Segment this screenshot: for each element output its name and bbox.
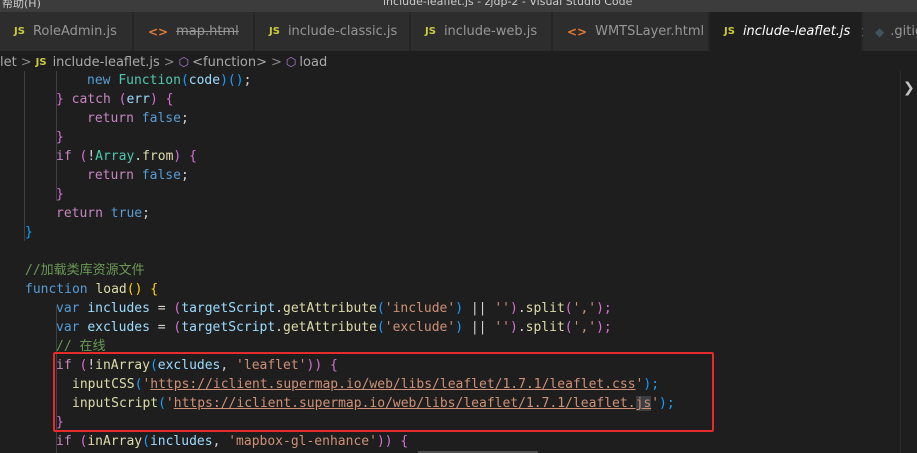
code-line: return false; xyxy=(87,168,189,183)
code-line: } catch (err) { xyxy=(56,92,174,107)
tab-wmtslayer[interactable]: <> WMTSLayer.html xyxy=(553,12,709,51)
js-file-icon: JS xyxy=(724,26,735,37)
menu-help[interactable]: 帮助(H) xyxy=(2,0,41,11)
cube-icon: ⬡ xyxy=(178,55,190,69)
code-line: } xyxy=(25,225,33,240)
breadcrumb: let > JS include-leaflet.js > ⬡ <functio… xyxy=(0,51,917,73)
code-line: if (!Array.from) { xyxy=(56,149,197,164)
editor-tabs: JS RoleAdmin.js <> map.html JS include-c… xyxy=(0,12,917,51)
tab-label: RoleAdmin.js xyxy=(32,24,117,39)
vertical-scrollbar[interactable] xyxy=(900,71,917,453)
tab-gitignore[interactable]: ◆ .gitig xyxy=(863,12,917,51)
breadcrumb-folder[interactable]: let xyxy=(0,55,17,70)
tab-label: .gitig xyxy=(890,24,917,39)
annotation-highlight-box xyxy=(53,352,714,432)
tab-include-leaflet[interactable]: JS include-leaflet.js × xyxy=(710,12,873,51)
html-file-icon: <> xyxy=(567,24,588,39)
tab-roleadmin[interactable]: JS RoleAdmin.js xyxy=(0,12,133,51)
code-line: } xyxy=(56,187,64,202)
code-line: function load() { xyxy=(25,282,159,297)
title-bar: 帮助(H) include-leaflet.js - zjdp-2 - Visu… xyxy=(0,0,917,12)
chevron-right-icon: > xyxy=(20,54,32,70)
code-line: return true; xyxy=(56,206,150,221)
js-file-icon: JS xyxy=(269,26,280,37)
code-line: } xyxy=(56,130,64,145)
tab-label: include-leaflet.js xyxy=(742,24,851,39)
code-line: var excludes = (targetScript.getAttribut… xyxy=(56,320,612,335)
tab-label: map.html xyxy=(176,24,239,39)
tab-map-html[interactable]: <> map.html xyxy=(134,12,254,51)
js-file-icon: JS xyxy=(14,26,25,37)
chevron-right-icon: > xyxy=(271,54,282,70)
breadcrumb-scope-load[interactable]: load xyxy=(299,55,327,70)
js-file-icon: JS xyxy=(425,26,436,37)
cube-icon: ⬡ xyxy=(285,55,297,69)
code-comment: //加载类库资源文件 xyxy=(25,263,145,278)
git-file-icon: ◆ xyxy=(875,24,885,39)
chevron-right-icon: > xyxy=(163,54,175,70)
js-file-icon: JS xyxy=(35,56,47,68)
code-line: if (inArray(includes, 'mapbox-gl-enhance… xyxy=(56,434,409,449)
chevron-right-icon[interactable]: ❯ xyxy=(903,80,915,96)
breadcrumb-scope-function[interactable]: <function> xyxy=(192,55,267,70)
window-title: include-leaflet.js - zjdp-2 - Visual Stu… xyxy=(383,0,633,8)
tab-label: include-web.js xyxy=(443,24,538,39)
tab-label: include-classic.js xyxy=(287,24,398,39)
tab-include-web[interactable]: JS include-web.js xyxy=(411,12,552,51)
tab-include-classic[interactable]: JS include-classic.js xyxy=(255,12,410,51)
html-file-icon: <> xyxy=(148,24,169,39)
code-line: new Function(code)(); xyxy=(87,73,252,88)
tab-label: WMTSLayer.html xyxy=(595,24,705,39)
code-line: var includes = (targetScript.getAttribut… xyxy=(56,301,612,316)
indent-guide xyxy=(24,71,25,241)
code-line: return false; xyxy=(87,111,189,126)
breadcrumb-file[interactable]: include-leaflet.js xyxy=(53,55,160,70)
